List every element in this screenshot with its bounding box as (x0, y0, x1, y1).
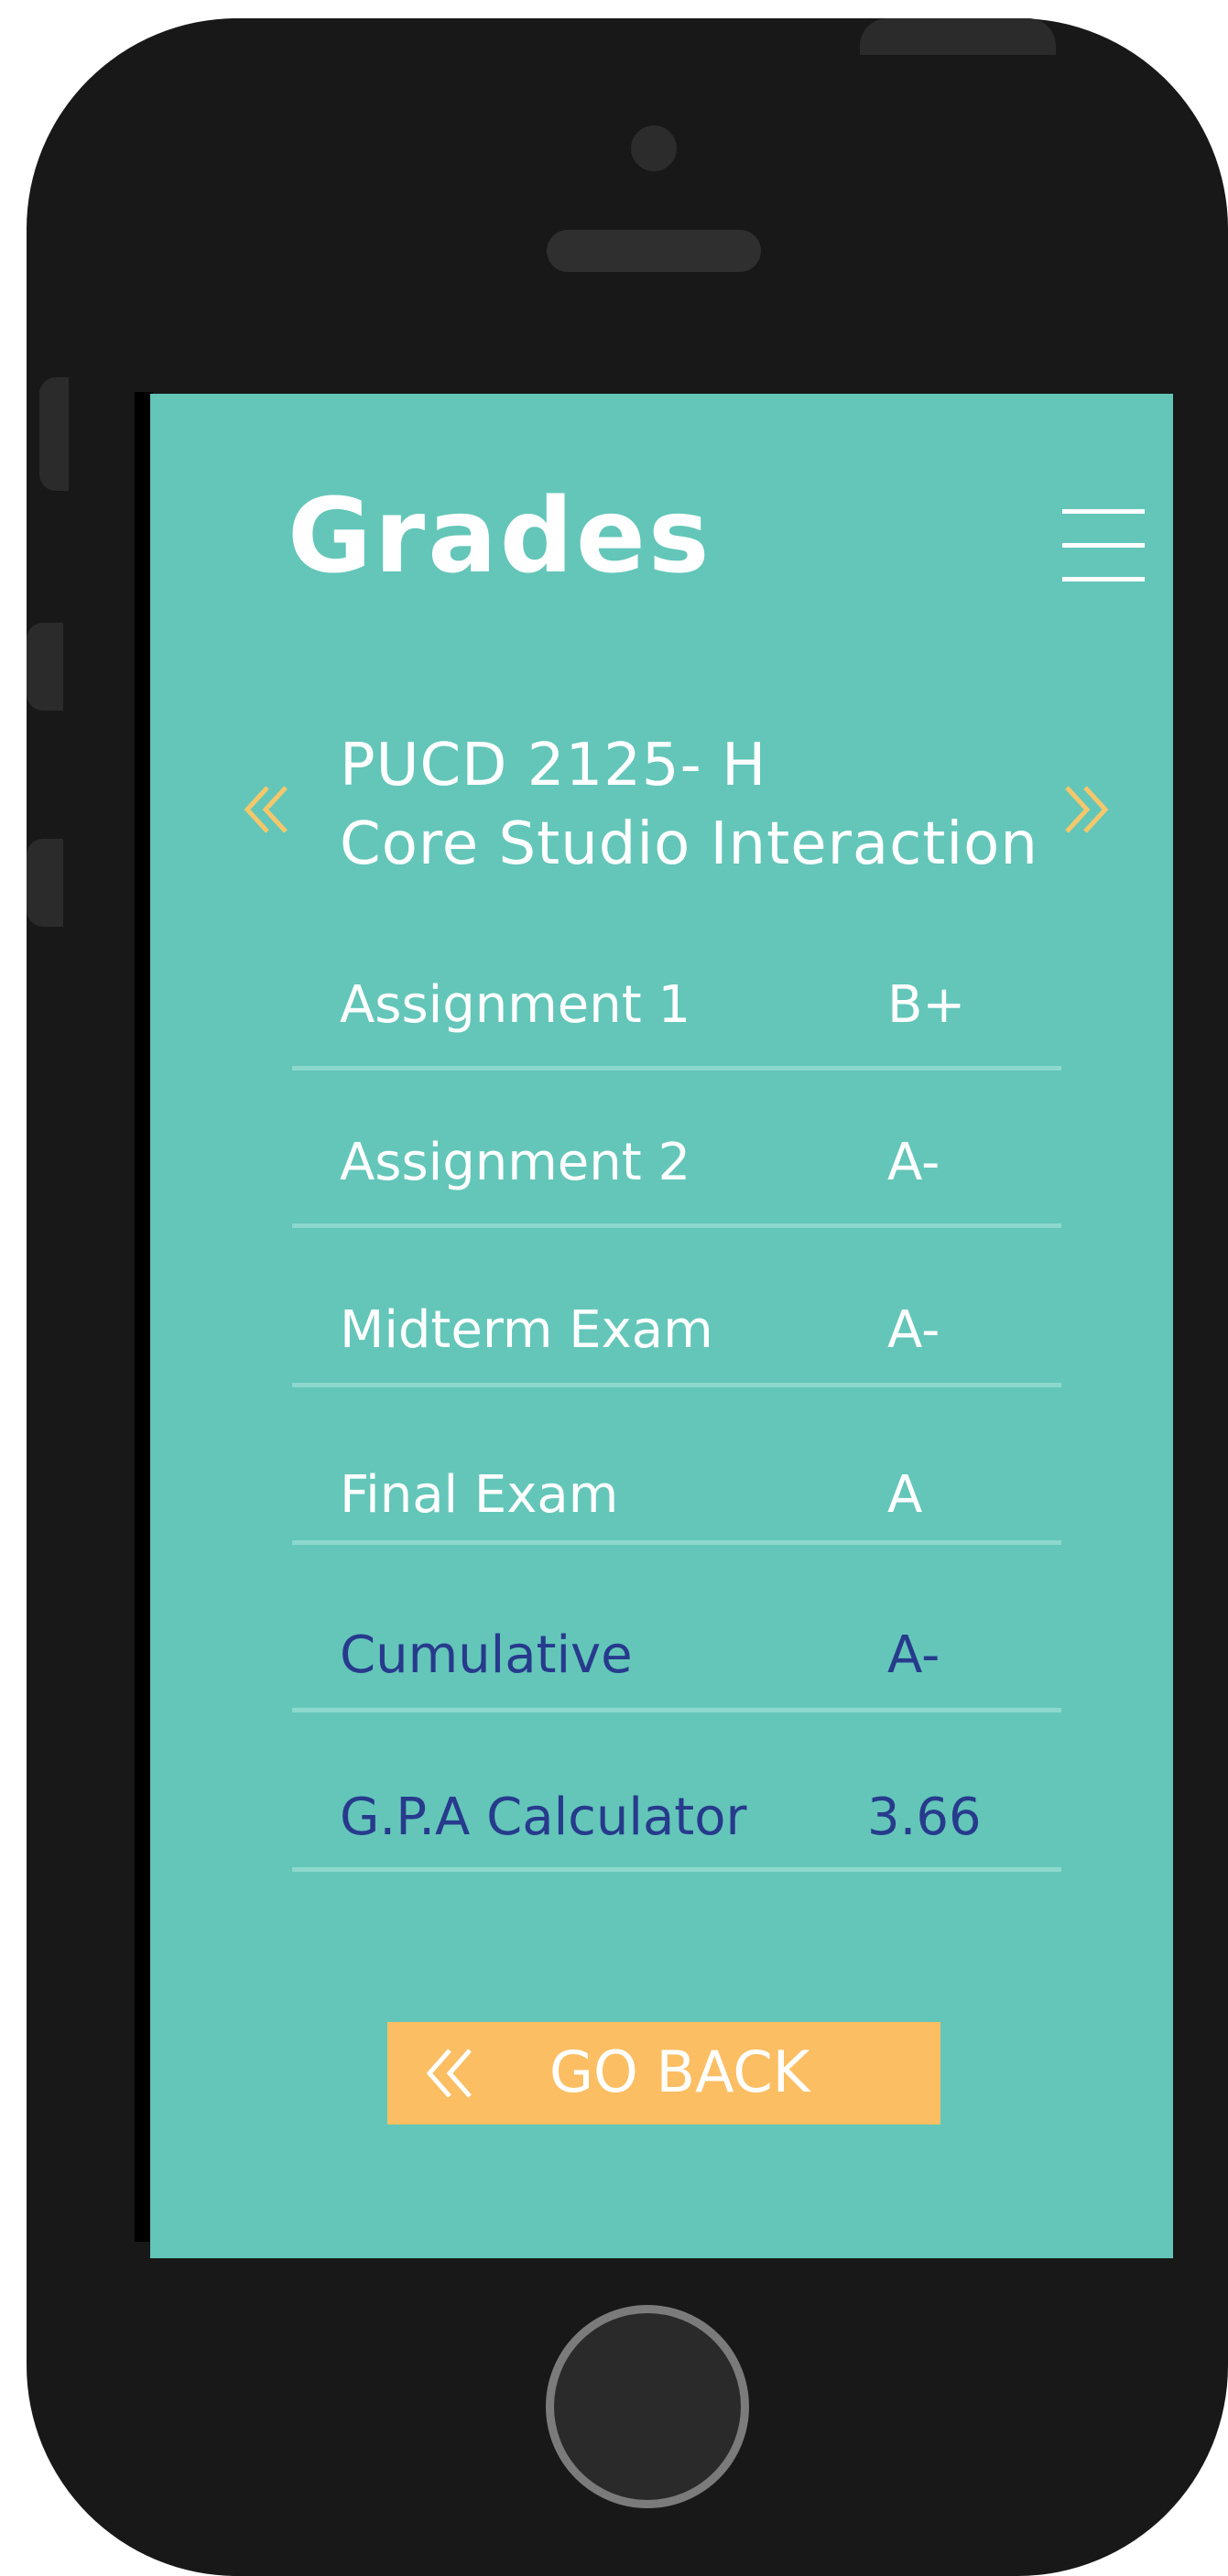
volume-down-button (27, 839, 63, 927)
grade-value: 3.66 (867, 1788, 982, 1847)
grade-label: Cumulative (340, 1625, 633, 1685)
grade-value: A- (887, 1133, 940, 1192)
grade-value: A- (887, 1625, 940, 1685)
course-code: PUCD 2125- H (340, 732, 767, 799)
grade-label: Midterm Exam (340, 1300, 713, 1360)
grade-row-midterm-exam[interactable]: Midterm Exam A- (292, 1305, 1061, 1442)
row-divider (292, 1223, 1061, 1228)
chevron-double-left-icon[interactable] (242, 784, 291, 835)
grade-value: A- (887, 1300, 940, 1360)
grade-label: Assignment 1 (340, 975, 691, 1035)
chevron-double-right-icon[interactable] (1061, 784, 1111, 835)
power-button (860, 18, 1056, 55)
grade-row-final-exam[interactable]: Final Exam A (292, 1470, 1061, 1607)
row-divider (292, 1066, 1061, 1071)
chevron-double-left-icon (426, 2049, 472, 2098)
grade-value: A (887, 1465, 923, 1525)
go-back-button[interactable]: GO BACK (387, 2022, 940, 2125)
volume-up-button (27, 623, 63, 711)
grade-value: B+ (887, 975, 966, 1035)
grade-row-cumulative[interactable]: Cumulative A- (292, 1630, 1061, 1767)
grade-label: Final Exam (340, 1465, 619, 1525)
front-camera (631, 125, 677, 171)
grade-row-assignment-1[interactable]: Assignment 1 B+ (292, 980, 1061, 1117)
earpiece-speaker (547, 230, 761, 272)
grade-label: Assignment 2 (340, 1133, 691, 1192)
phone-frame: Grades PUCD 2125- H Core Studio Interact… (27, 18, 1228, 2576)
grade-label: G.P.A Calculator (340, 1788, 747, 1847)
row-divider (292, 1867, 1061, 1872)
mute-switch (39, 377, 69, 491)
row-divider (292, 1708, 1061, 1712)
app-screen: Grades PUCD 2125- H Core Studio Interact… (150, 394, 1173, 2258)
grade-row-assignment-2[interactable]: Assignment 2 A- (292, 1137, 1061, 1275)
grade-row-gpa-calculator[interactable]: G.P.A Calculator 3.66 (292, 1792, 1061, 1929)
row-divider (292, 1540, 1061, 1545)
hamburger-menu-icon[interactable] (1062, 509, 1145, 582)
go-back-label: GO BACK (549, 2038, 810, 2105)
page-title: Grades (288, 477, 712, 596)
course-name: Core Studio Interaction (340, 810, 1038, 878)
home-button[interactable] (546, 2305, 749, 2508)
row-divider (292, 1383, 1061, 1387)
